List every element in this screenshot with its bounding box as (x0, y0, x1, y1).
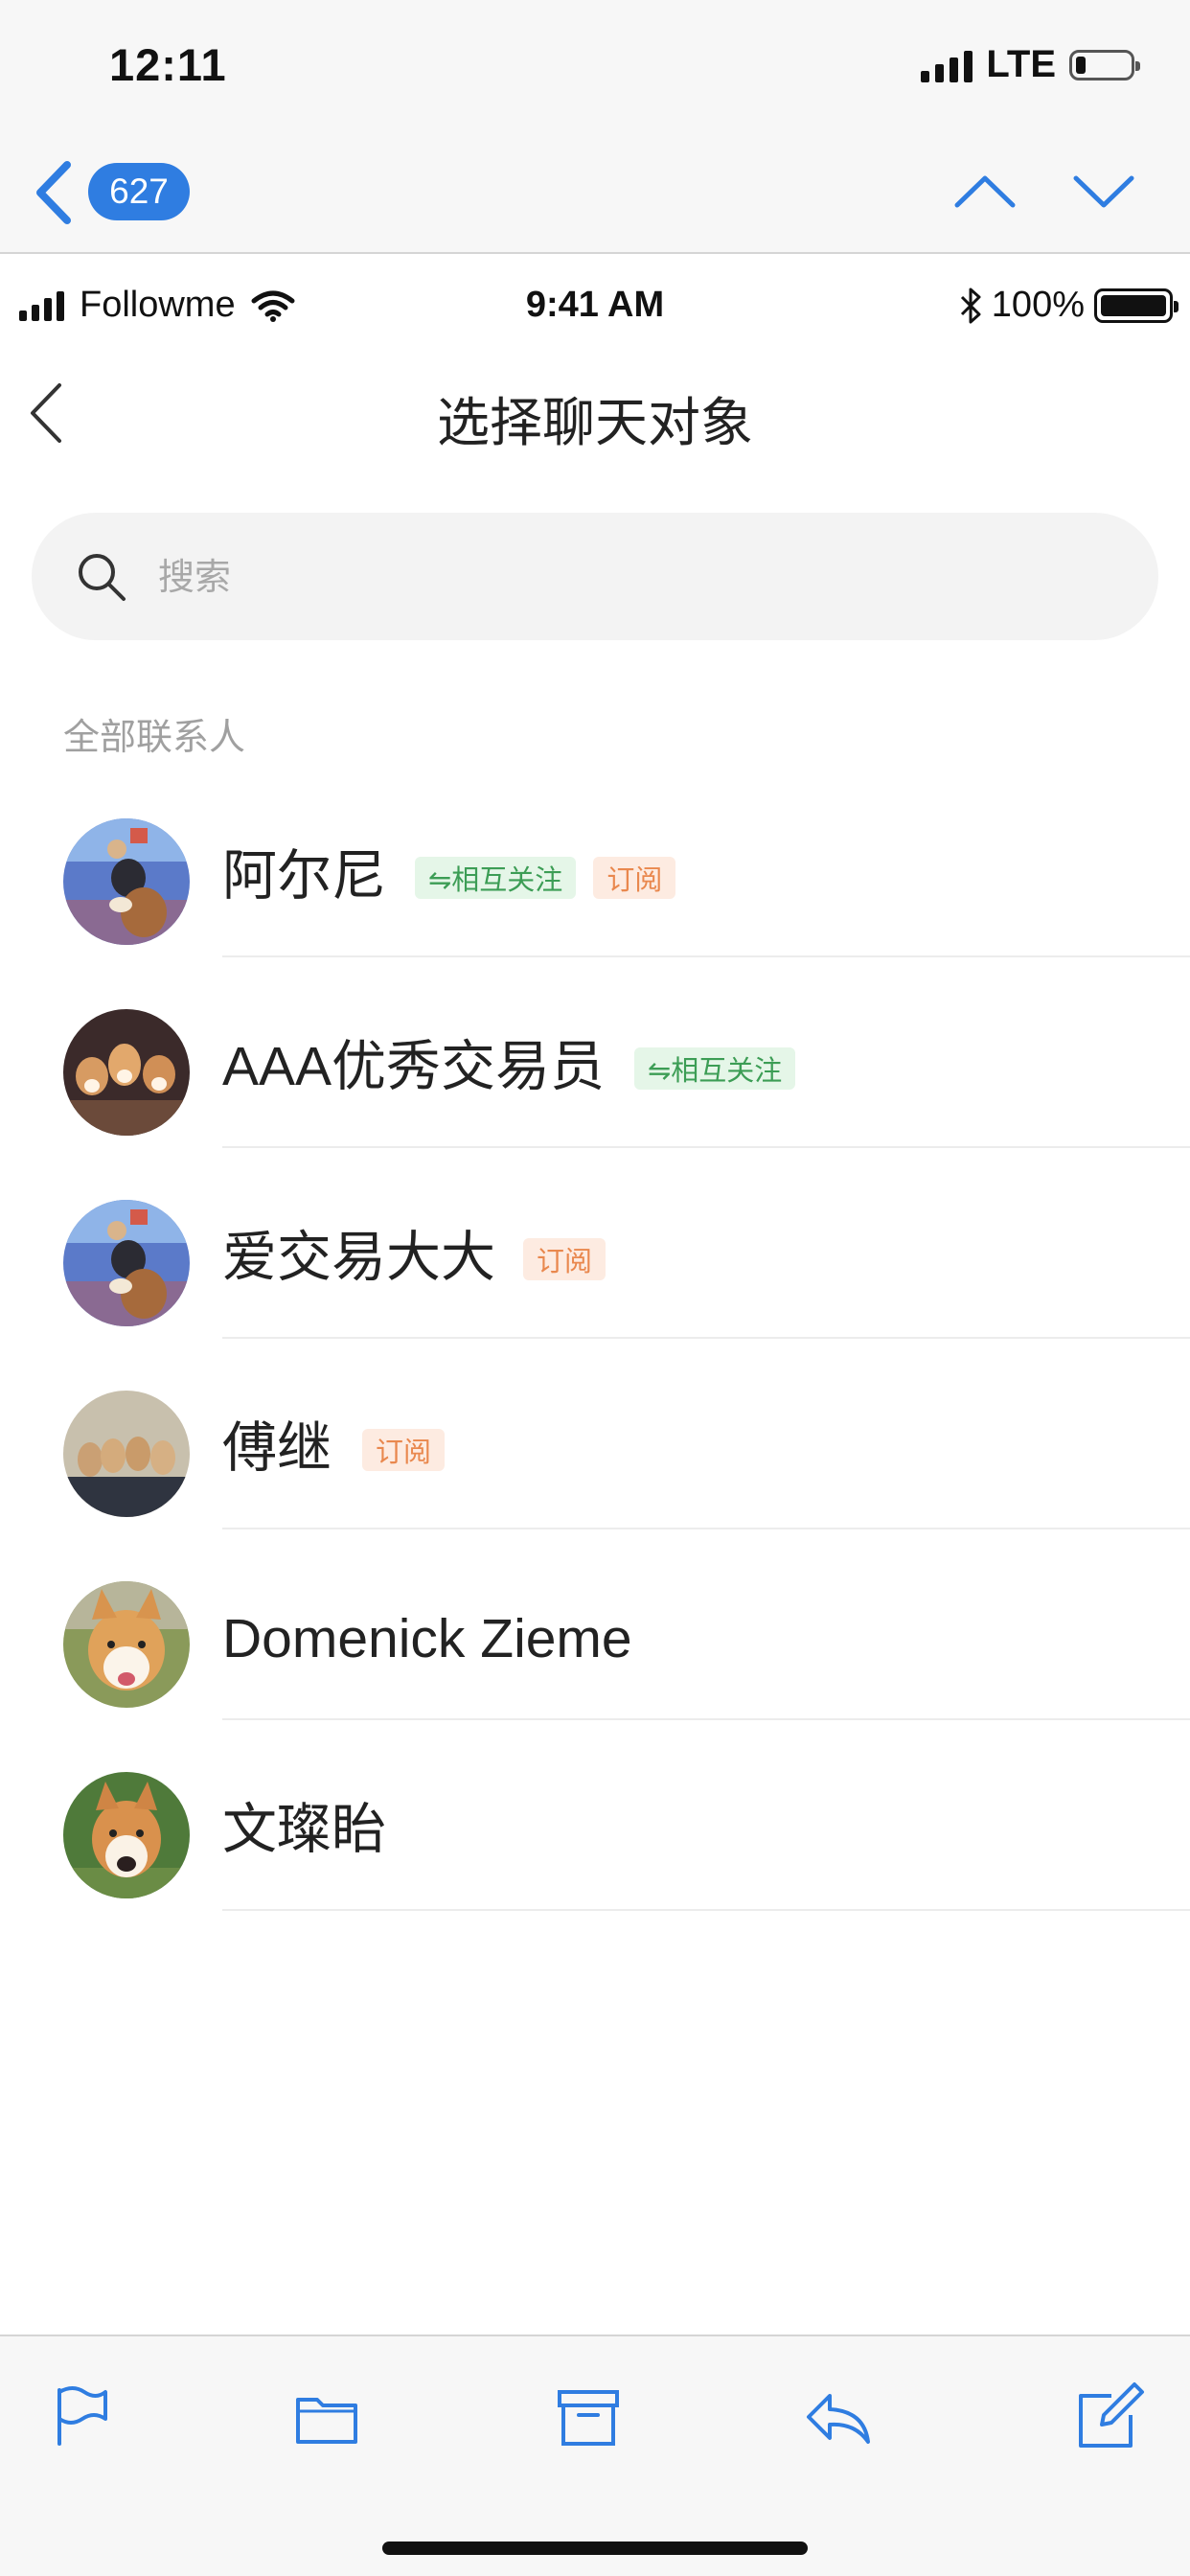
flag-icon[interactable] (44, 2380, 117, 2453)
search-bar[interactable] (32, 513, 1158, 640)
contact-row[interactable]: 文璨眙 (0, 1720, 1190, 1911)
contact-row[interactable]: AAA优秀交易员 ⇋相互关注 (0, 957, 1190, 1148)
search-input[interactable] (156, 543, 1022, 612)
battery-percentage: 100% (991, 285, 1085, 325)
subscribed-tag: 订阅 (593, 857, 676, 899)
system-status-bar: 12:11 LTE (0, 0, 1190, 125)
contact-row[interactable]: 爱交易大大 订阅 (0, 1148, 1190, 1339)
contact-row[interactable]: Domenick Zieme (0, 1530, 1190, 1720)
avatar (63, 1772, 190, 1898)
next-message-icon[interactable] (1070, 163, 1137, 220)
archive-icon[interactable] (552, 2380, 625, 2453)
compose-icon[interactable] (1073, 2380, 1146, 2453)
page-title: 选择聊天对象 (436, 393, 753, 452)
mail-navigation-bar: 627 (0, 125, 1190, 254)
section-label: 全部联系人 (63, 718, 246, 758)
contact-name: 文璨眙 (222, 1799, 386, 1860)
system-indicators: LTE (921, 43, 1140, 86)
avatar (63, 818, 190, 945)
previous-message-icon[interactable] (951, 163, 1018, 220)
app-header: 选择聊天对象 (0, 362, 1190, 458)
mutual-follow-tag: ⇋相互关注 (634, 1047, 796, 1090)
folder-icon[interactable] (290, 2380, 363, 2453)
bluetooth-icon (960, 288, 981, 323)
contact-name: 爱交易大大 (222, 1227, 495, 1288)
battery-full-icon (1094, 288, 1179, 323)
contact-name: Domenick Zieme (222, 1608, 632, 1669)
contact-tags: 订阅 (362, 1429, 446, 1471)
avatar (63, 1391, 190, 1517)
system-time: 12:11 (109, 39, 227, 90)
unread-count-badge[interactable]: 627 (88, 163, 190, 220)
search-icon (79, 554, 126, 601)
contact-list: 阿尔尼 ⇋相互关注 订阅 AAA优秀交易员 ⇋相互关注 爱交易大大 订阅 傅继 … (0, 767, 1190, 1911)
contact-tags: ⇋相互关注 (634, 1047, 796, 1090)
avatar (63, 1581, 190, 1708)
contact-row[interactable]: 阿尔尼 ⇋相互关注 订阅 (0, 767, 1190, 957)
avatar (63, 1200, 190, 1326)
home-indicator[interactable] (382, 2542, 808, 2555)
network-type: LTE (986, 43, 1056, 85)
subscribed-tag: 订阅 (362, 1429, 446, 1471)
battery-low-icon (1069, 49, 1140, 80)
mail-toolbar (0, 2334, 1190, 2576)
mutual-follow-tag: ⇋相互关注 (415, 857, 577, 899)
contact-tags: ⇋相互关注 订阅 (415, 857, 676, 899)
row-divider (222, 1909, 1190, 1911)
contact-name: 傅继 (222, 1417, 332, 1479)
contact-name: AAA优秀交易员 (222, 1036, 606, 1097)
back-chevron-icon[interactable] (31, 159, 79, 226)
avatar (63, 1009, 190, 1136)
reply-icon[interactable] (801, 2380, 874, 2453)
embedded-status-bar: Followme 9:41 AM 100% (0, 264, 1190, 356)
cellular-signal-icon (921, 48, 973, 82)
subscribed-tag: 订阅 (523, 1238, 606, 1280)
contact-row[interactable]: 傅继 订阅 (0, 1339, 1190, 1530)
contact-name: 阿尔尼 (222, 845, 386, 907)
contact-tags: 订阅 (523, 1238, 606, 1280)
